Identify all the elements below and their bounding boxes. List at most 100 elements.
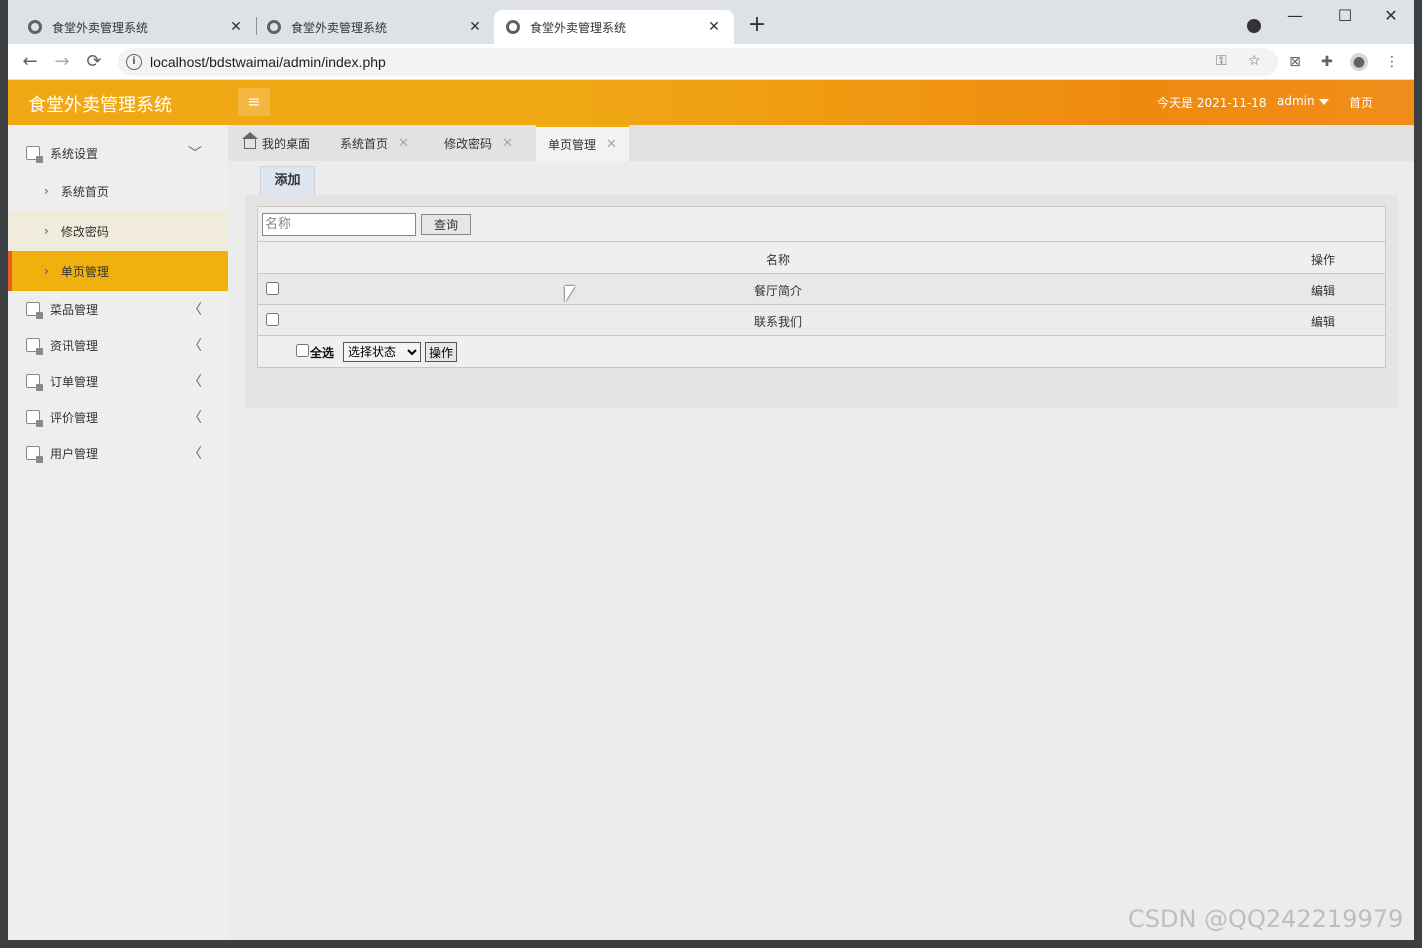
reload-button[interactable]: ⟳ (82, 50, 106, 74)
row-name: 餐厅简介 (753, 284, 802, 298)
sidebar-group-label: 评价管理 (50, 410, 99, 425)
maximize-button[interactable]: ☐ (1333, 6, 1357, 25)
date-text: 今天是 2021-11-18 (1157, 96, 1267, 110)
table-header: 名称 操作 (258, 243, 1385, 274)
sidebar-item-change-password[interactable]: › 修改密码 (8, 211, 228, 251)
main-content: 添加 查询 名称 操作 餐厅简介 编辑 联系我们 (228, 161, 1414, 940)
back-button[interactable]: ← (18, 50, 42, 74)
edit-link[interactable]: 编辑 (1298, 282, 1348, 299)
tab-system-home[interactable]: 系统首页 ✕ (328, 125, 421, 161)
menu-toggle-icon[interactable]: ≡ (238, 88, 270, 116)
search-row: 查询 (258, 207, 1385, 242)
sidebar-group-label: 菜品管理 (50, 302, 99, 317)
chevron-right-icon: › (44, 224, 49, 238)
select-all-label: 全选 (310, 346, 335, 360)
chevron-left-icon: 〈 (188, 410, 202, 426)
close-icon[interactable]: ✕ (606, 137, 617, 152)
tab-page-management[interactable]: 单页管理 ✕ (536, 125, 629, 161)
home-icon (242, 132, 258, 149)
row-checkbox[interactable] (266, 282, 279, 295)
browser-tabstrip: 食堂外卖管理系统 ✕ 食堂外卖管理系统 ✕ 食堂外卖管理系统 ✕ + — ☐ ✕ (8, 0, 1414, 44)
tab-label: 系统首页 (340, 136, 389, 151)
sidebar-group-label: 资讯管理 (50, 338, 99, 353)
tab-label: 修改密码 (444, 136, 493, 151)
sidebar-group-orders[interactable]: 订单管理 〈 (8, 363, 228, 399)
status-select[interactable]: 选择状态 (343, 342, 421, 362)
add-button[interactable]: 添加 (260, 166, 315, 196)
globe-icon (28, 20, 42, 34)
key-icon[interactable]: ⚿ (1216, 53, 1227, 69)
sidebar-item-label: 单页管理 (60, 264, 109, 279)
browser-tab-3-active[interactable]: 食堂外卖管理系统 ✕ (494, 10, 734, 44)
chevron-down-icon: ﹀ (188, 146, 202, 162)
sidebar-group-users[interactable]: 用户管理 〈 (8, 435, 228, 471)
chevron-left-icon: 〈 (188, 302, 202, 318)
sidebar-group-label: 订单管理 (50, 374, 99, 389)
watermark: CSDN @QQ242219979 (1128, 905, 1404, 933)
close-icon[interactable]: ✕ (228, 19, 244, 35)
sidebar-group-news[interactable]: 资讯管理 〈 (8, 327, 228, 363)
app-title: 食堂外卖管理系统 (28, 95, 172, 116)
user-name[interactable]: admin (1277, 94, 1315, 108)
sidebar-item-label: 修改密码 (60, 224, 109, 239)
tab-label: 单页管理 (548, 137, 597, 152)
sidebar-item-page-management[interactable]: › 单页管理 (8, 251, 228, 291)
url-text[interactable]: localhost/bdstwaimai/admin/index.php (150, 54, 386, 70)
row-checkbox[interactable] (266, 313, 279, 326)
list-panel: 查询 名称 操作 餐厅简介 编辑 联系我们 编辑 (245, 195, 1398, 408)
chevron-right-icon: › (44, 184, 49, 198)
browser-tab-title: 食堂外卖管理系统 (291, 20, 388, 35)
new-tab-button[interactable]: + (746, 14, 768, 36)
tab-search-icon[interactable] (1247, 19, 1261, 33)
close-icon[interactable]: ✕ (502, 136, 513, 151)
bookmark-star-icon[interactable]: ☆ (1248, 53, 1261, 69)
table-row: 餐厅简介 编辑 (258, 274, 1385, 305)
minimize-button[interactable]: — (1283, 6, 1307, 25)
window-close-button[interactable]: ✕ (1379, 6, 1403, 25)
chevron-right-icon: › (44, 264, 49, 278)
user-menu[interactable]: admin (1277, 94, 1329, 108)
close-icon[interactable]: ✕ (398, 136, 409, 151)
caret-down-icon[interactable] (1318, 98, 1329, 105)
extension-x-icon[interactable]: ⊠ (1286, 53, 1304, 71)
puzzle-icon[interactable]: ✚ (1318, 53, 1336, 71)
row-name: 联系我们 (753, 315, 802, 329)
globe-icon (267, 20, 281, 34)
operate-button[interactable]: 操作 (425, 342, 457, 362)
profile-icon[interactable]: ● (1350, 53, 1368, 71)
close-icon[interactable]: ✕ (706, 19, 722, 35)
browser-tab-title: 食堂外卖管理系统 (530, 20, 627, 35)
close-icon[interactable]: ✕ (467, 19, 483, 35)
chevron-left-icon: 〈 (188, 374, 202, 390)
kebab-menu-icon[interactable]: ⋮ (1383, 53, 1401, 71)
app-header: 食堂外卖管理系统 ≡ 今天是 2021-11-18 admin 首页 (8, 80, 1414, 125)
browser-toolbar: ← → ⟳ i localhost/bdstwaimai/admin/index… (8, 44, 1414, 80)
sidebar-group-system-settings[interactable]: 系统设置 ﹀ (8, 135, 228, 171)
module-icon (26, 374, 43, 391)
tab-my-desktop[interactable]: 我的桌面 (232, 125, 322, 161)
content-tabbar: 我的桌面 系统首页 ✕ 修改密码 ✕ 单页管理 ✕ (228, 125, 1414, 161)
address-bar[interactable]: i localhost/bdstwaimai/admin/index.php ⚿… (118, 48, 1278, 76)
table-row: 联系我们 编辑 (258, 305, 1385, 336)
sidebar-group-label: 系统设置 (50, 146, 99, 161)
chevron-left-icon: 〈 (188, 446, 202, 462)
module-icon (26, 410, 43, 427)
browser-tab-1[interactable]: 食堂外卖管理系统 ✕ (16, 10, 256, 44)
mouse-cursor (565, 286, 575, 302)
sidebar-group-reviews[interactable]: 评价管理 〈 (8, 399, 228, 435)
sidebar-group-dishes[interactable]: 菜品管理 〈 (8, 291, 228, 327)
chevron-left-icon: 〈 (188, 338, 202, 354)
desktop-edge-right (1414, 0, 1422, 948)
batch-action-row: 全选 选择状态 操作 (258, 336, 1385, 367)
tab-change-password[interactable]: 修改密码 ✕ (432, 125, 525, 161)
edit-link[interactable]: 编辑 (1298, 313, 1348, 330)
search-button[interactable]: 查询 (421, 214, 471, 235)
sidebar-item-system-home[interactable]: › 系统首页 (8, 171, 228, 211)
forward-button[interactable]: → (50, 50, 74, 74)
home-link[interactable]: 首页 (1349, 94, 1373, 111)
search-input[interactable] (262, 213, 416, 236)
info-icon[interactable]: i (126, 54, 142, 70)
select-all-checkbox[interactable] (296, 344, 309, 357)
browser-tab-2[interactable]: 食堂外卖管理系统 ✕ (255, 10, 495, 44)
column-header-action: 操作 (1310, 253, 1335, 267)
